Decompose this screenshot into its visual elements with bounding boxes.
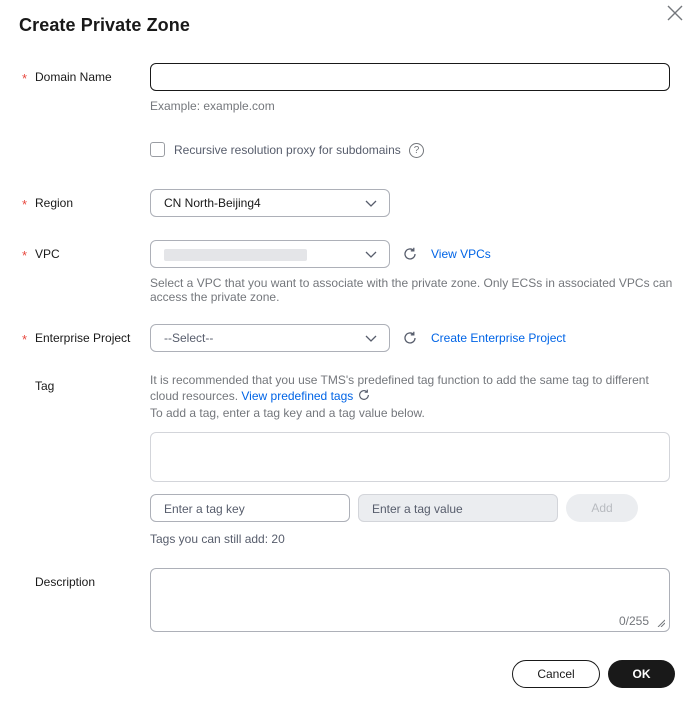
refresh-icon[interactable] xyxy=(357,388,371,402)
enterprise-project-value: --Select-- xyxy=(164,331,214,345)
tags-remaining: Tags you can still add: 20 xyxy=(150,532,285,546)
help-icon[interactable]: ? xyxy=(409,143,424,158)
tag-hint-prefix: cloud resources. xyxy=(150,389,239,403)
description-label: Description xyxy=(35,575,96,589)
description-counter: 0/255 xyxy=(618,614,649,628)
refresh-icon[interactable] xyxy=(402,330,418,346)
required-marker: * xyxy=(22,332,28,347)
add-tag-button[interactable]: Add xyxy=(566,494,638,522)
chevron-down-icon xyxy=(365,200,377,207)
enterprise-project-select[interactable]: --Select-- xyxy=(150,324,390,352)
vpc-hint-line2: access the private zone. xyxy=(150,290,280,304)
domain-name-label: Domain Name xyxy=(35,70,112,84)
chevron-down-icon xyxy=(365,251,377,258)
recursive-proxy-label: Recursive resolution proxy for subdomain… xyxy=(174,143,401,157)
tag-hint-line3: To add a tag, enter a tag key and a tag … xyxy=(150,406,425,420)
tag-hint-line2: cloud resources. View predefined tags xyxy=(150,388,371,404)
description-textarea[interactable]: 0/255 xyxy=(150,568,670,632)
ok-button[interactable]: OK xyxy=(608,660,675,688)
tag-label: Tag xyxy=(35,379,55,393)
region-value: CN North-Beijing4 xyxy=(164,196,261,210)
tag-key-input[interactable]: Enter a tag key xyxy=(150,494,350,522)
region-select[interactable]: CN North-Beijing4 xyxy=(150,189,390,217)
tag-value-input[interactable]: Enter a tag value xyxy=(358,494,558,522)
cancel-button[interactable]: Cancel xyxy=(512,660,600,688)
tag-value-placeholder: Enter a tag value xyxy=(372,502,463,516)
resize-grip-icon[interactable] xyxy=(657,619,665,627)
tag-key-placeholder: Enter a tag key xyxy=(164,502,245,516)
tag-list-box xyxy=(150,432,670,482)
vpc-value-redacted xyxy=(164,249,307,261)
vpc-select[interactable] xyxy=(150,240,390,268)
dialog-title: Create Private Zone xyxy=(19,15,190,35)
region-label: Region xyxy=(35,196,74,210)
close-icon[interactable] xyxy=(664,2,686,24)
view-predefined-tags-link[interactable]: View predefined tags xyxy=(241,389,353,403)
tag-hint-line1: It is recommended that you use TMS's pre… xyxy=(150,373,649,387)
create-enterprise-project-link[interactable]: Create Enterprise Project xyxy=(431,330,566,346)
domain-name-input[interactable] xyxy=(150,63,670,91)
required-marker: * xyxy=(22,197,28,212)
refresh-icon[interactable] xyxy=(402,246,418,262)
required-marker: * xyxy=(22,71,28,86)
required-marker: * xyxy=(22,248,28,263)
recursive-proxy-checkbox[interactable] xyxy=(150,142,165,157)
create-private-zone-dialog: Create Private Zone * Domain Name Exampl… xyxy=(0,0,691,708)
view-vpcs-link[interactable]: View VPCs xyxy=(431,246,491,262)
enterprise-project-label: Enterprise Project xyxy=(35,331,131,345)
chevron-down-icon xyxy=(365,335,377,342)
domain-name-hint: Example: example.com xyxy=(150,99,275,113)
vpc-label: VPC xyxy=(35,247,60,261)
